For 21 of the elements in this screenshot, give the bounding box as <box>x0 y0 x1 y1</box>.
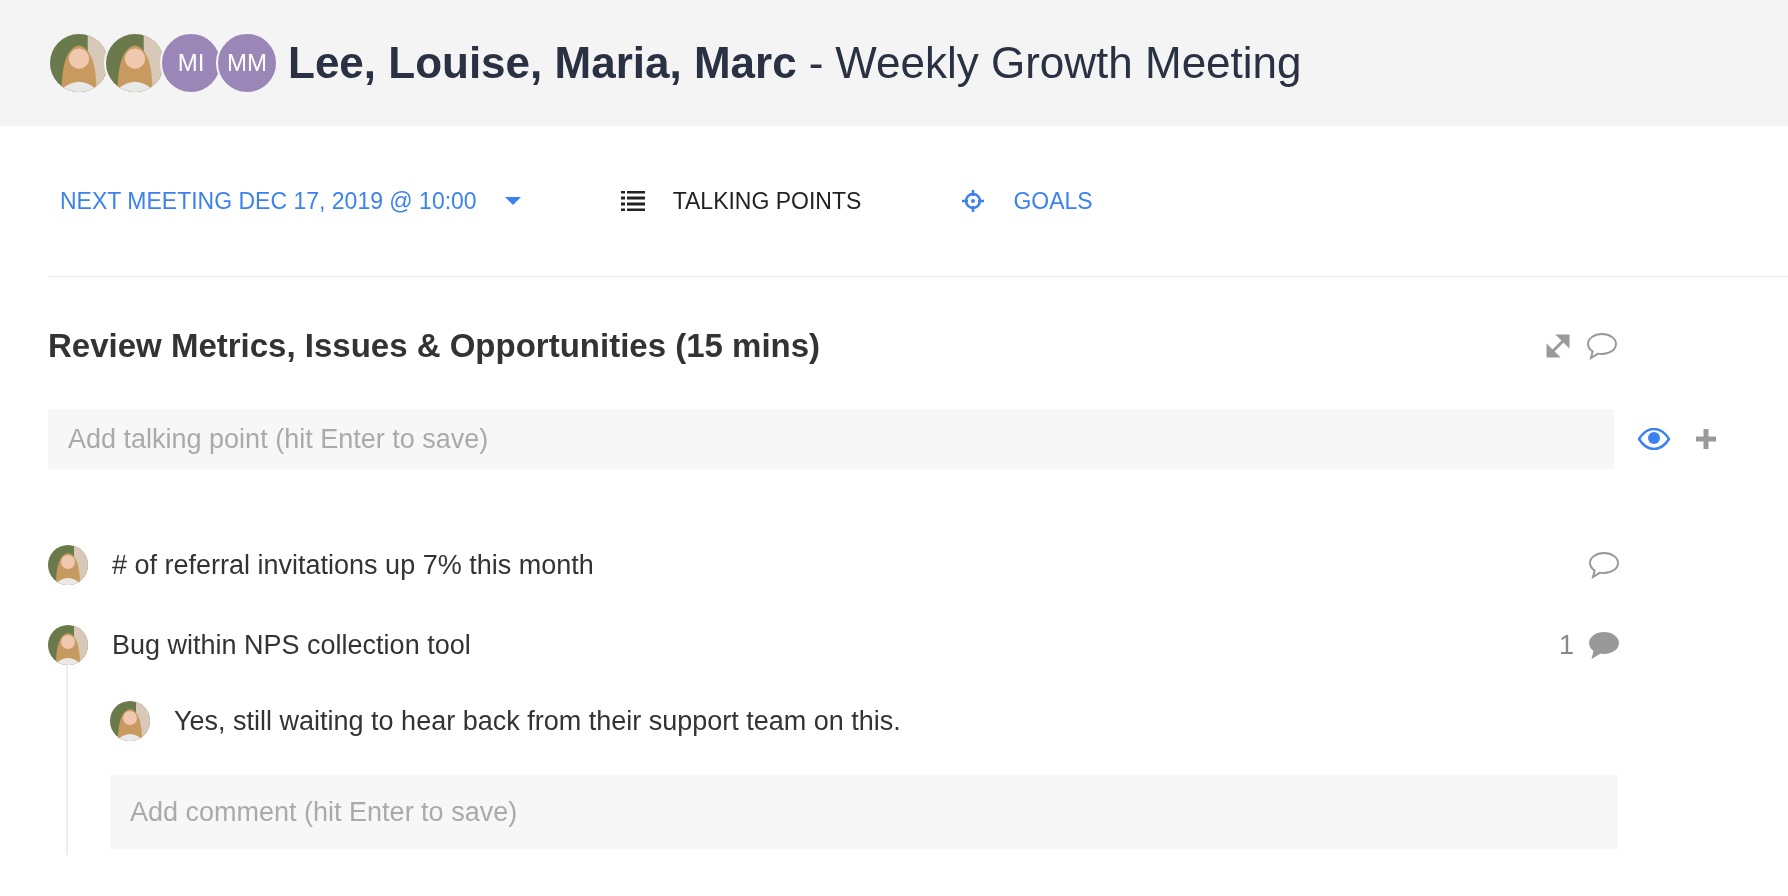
talking-point-field[interactable]: Add talking point (hit Enter to save) <box>48 409 1614 469</box>
list-icon <box>620 191 645 211</box>
plus-icon[interactable] <box>1694 427 1718 451</box>
section-title: Review Metrics, Issues & Opportunities (15 mins) <box>48 327 821 365</box>
crosshair-icon <box>961 189 986 213</box>
tab[interactable]: TALKING POINTS <box>620 187 862 215</box>
meeting-title: Lee, Louise, Maria, Marc - Weekly Growth Meeting <box>288 38 1302 88</box>
caret-icon <box>504 196 521 206</box>
tab[interactable]: GOALS <box>961 187 1093 215</box>
comment-icon[interactable] <box>1588 551 1620 579</box>
talking-point-text: # of referral invitations up 7% this month <box>112 549 595 581</box>
comment-icon[interactable] <box>1586 332 1618 360</box>
expand-icon[interactable] <box>1544 332 1572 360</box>
talking-point-text: Bug within NPS collection tool <box>112 629 472 661</box>
tab[interactable]: NEXT MEETING DEC 17, 2019 @ 10:00 <box>60 187 521 215</box>
eye-icon[interactable] <box>1638 428 1670 450</box>
comment-icon[interactable] <box>1588 631 1620 659</box>
comment-field[interactable]: Add comment (hit Enter to save) <box>110 775 1618 849</box>
avatar: MM <box>216 32 278 94</box>
comment-count: 1 <box>1558 629 1574 661</box>
comment-text: Yes, still waiting to hear back from their support team on this. <box>174 705 902 737</box>
